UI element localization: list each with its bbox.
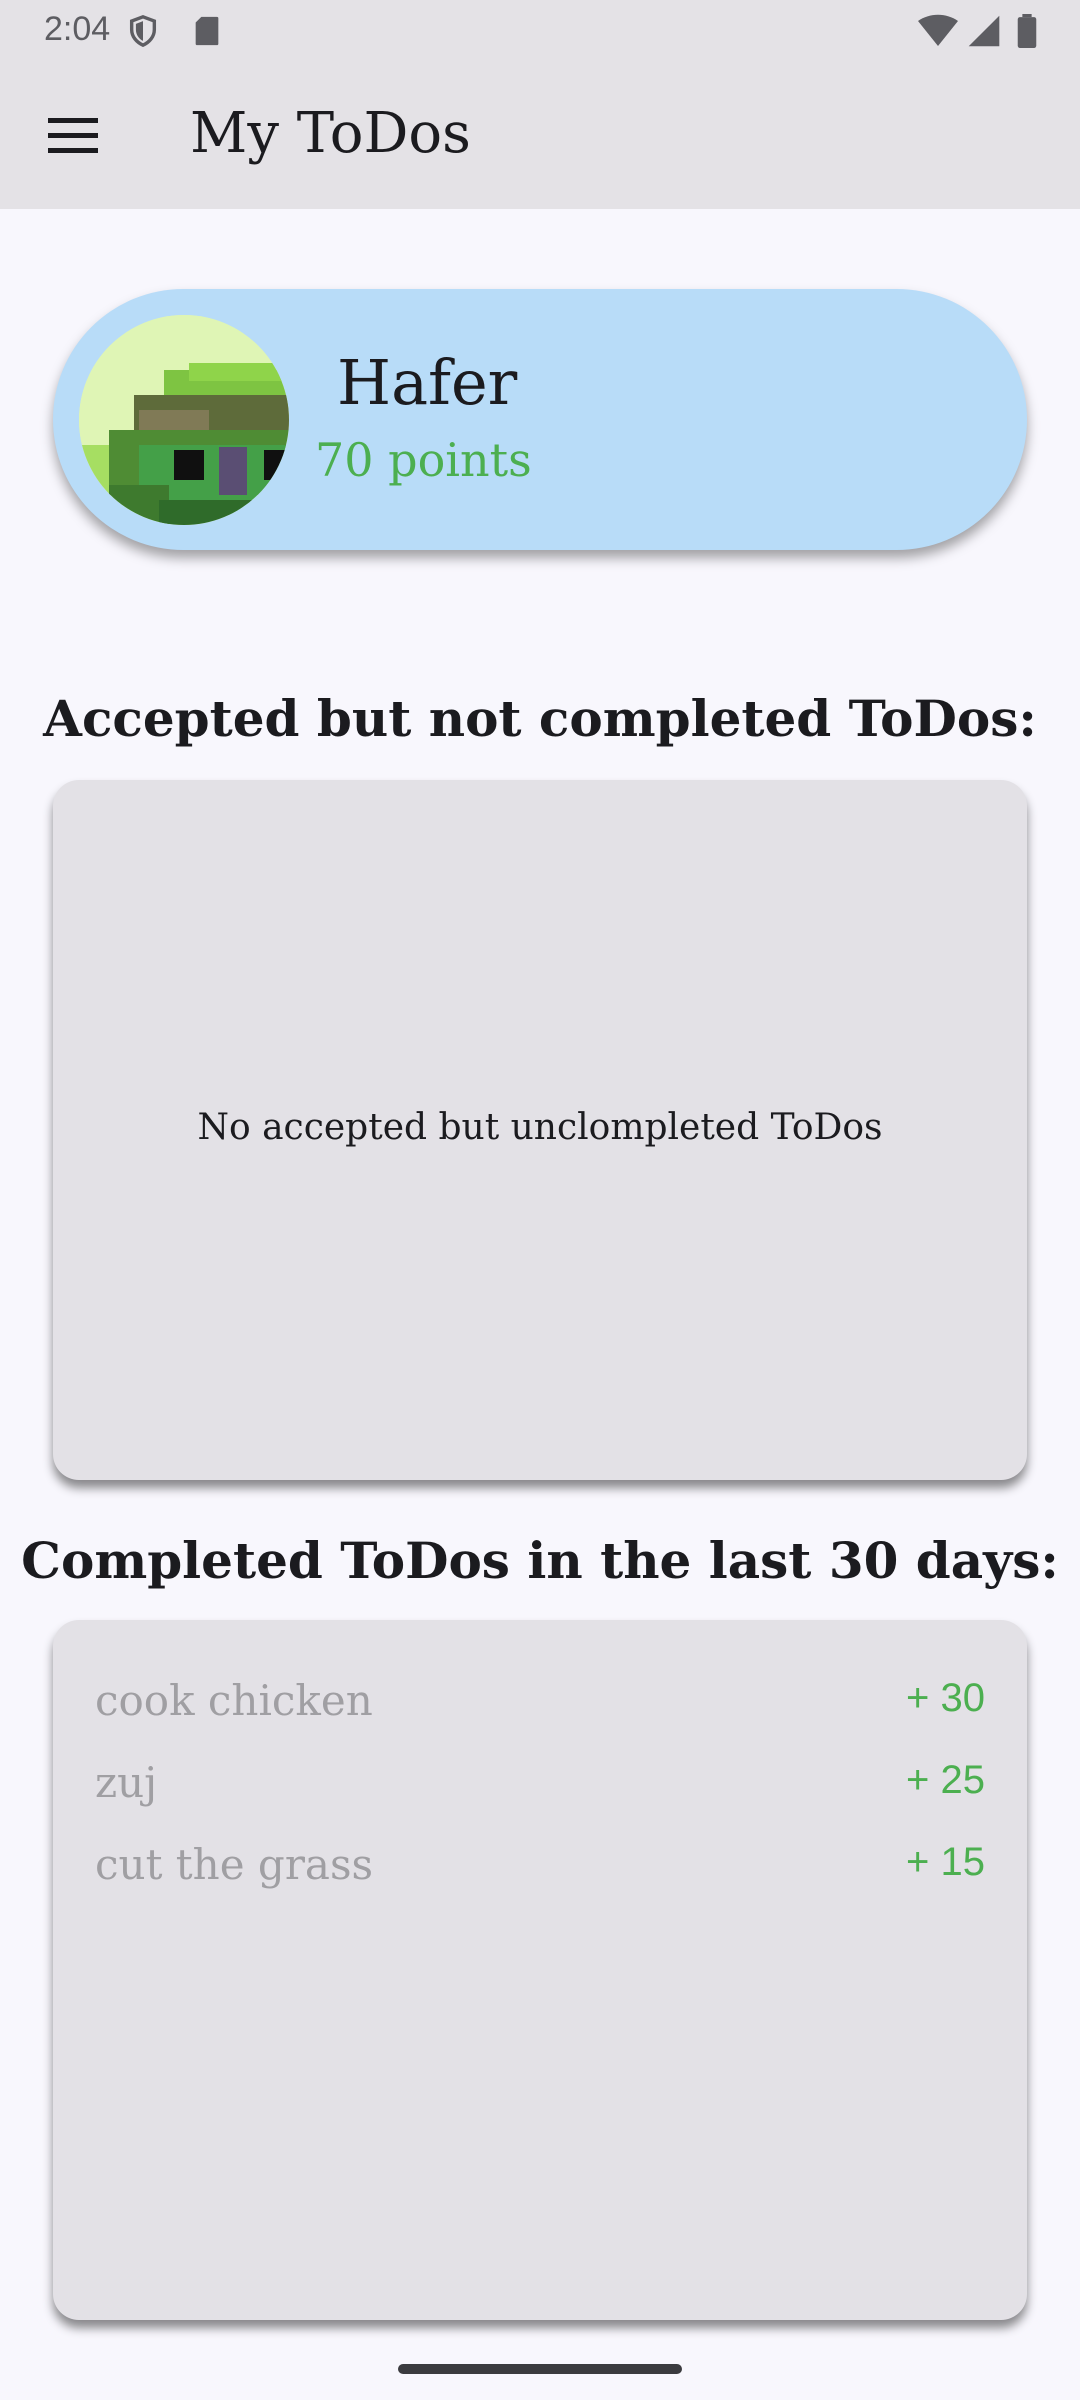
avatar [79,315,289,525]
completed-section-title: Completed ToDos in the last 30 days: [21,1531,1059,1590]
status-icons-right [917,14,1038,48]
todo-name: zuj [95,1758,158,1807]
home-indicator[interactable] [398,2364,682,2374]
battery-icon [1017,14,1037,48]
todo-name: cut the grass [95,1840,374,1889]
signal-icon [968,15,1000,47]
accepted-section-title: Accepted but not completed ToDos: [43,689,1037,748]
hamburger-menu-icon[interactable] [48,116,98,156]
sd-card-icon [195,16,219,46]
shield-icon [129,15,157,48]
todo-points: + 25 [906,1758,985,1802]
profile-card[interactable]: Hafer 70 points [53,289,1027,550]
status-icons-left [126,14,223,48]
profile-points: 70 points [315,433,532,487]
list-item[interactable]: cook chicken + 30 [95,1676,985,1736]
todo-points: + 30 [906,1676,985,1720]
pixel-avatar-image [79,315,289,525]
profile-name: Hafer [337,346,518,419]
completed-todos-panel: cook chicken + 30 zuj + 25 cut the grass… [53,1620,1027,2320]
todo-points: + 15 [906,1840,985,1884]
app-bar: My ToDos [0,62,1080,209]
wifi-icon [917,14,958,46]
list-item[interactable]: cut the grass + 15 [95,1840,985,1900]
app-title: My ToDos [190,101,471,166]
list-item[interactable]: zuj + 25 [95,1758,985,1818]
status-time: 2:04 [44,10,111,48]
todo-name: cook chicken [95,1676,373,1725]
accepted-todos-panel: No accepted but unclompleted ToDos [53,780,1027,1480]
status-bar: 2:04 [0,0,1080,62]
empty-accepted-message: No accepted but unclompleted ToDos [197,1107,883,1148]
